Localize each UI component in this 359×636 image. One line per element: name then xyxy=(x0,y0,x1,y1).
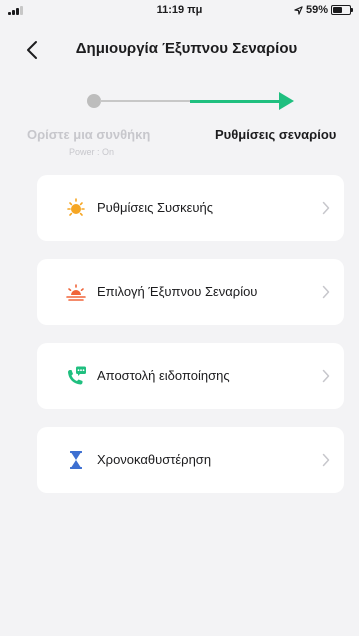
sun-icon xyxy=(67,198,85,216)
location-arrow-icon xyxy=(294,5,303,15)
menu-item-smart-scene[interactable]: Επιλογή Έξυπνου Σεναρίου xyxy=(37,259,344,325)
menu-item-label: Ρυθμίσεις Συσκευής xyxy=(97,200,214,215)
battery-fill xyxy=(333,7,343,13)
menu-item-device-settings[interactable]: Ρυθμίσεις Συσκευής xyxy=(37,175,344,241)
step-1-label[interactable]: Ορίστε μια συνθήκη xyxy=(27,127,150,142)
menu-item-label: Επιλογή Έξυπνου Σεναρίου xyxy=(97,284,258,299)
menu-item-delay[interactable]: Χρονοκαθυστέρηση xyxy=(37,427,344,493)
menu-item-label: Χρονοκαθυστέρηση xyxy=(97,452,212,467)
battery-percent: 59% xyxy=(305,4,328,16)
arrow-right-icon xyxy=(279,92,294,110)
step-connector-current xyxy=(190,100,280,103)
chevron-right-icon xyxy=(322,369,330,383)
page-title: Δημιουργία Έξυπνου Σεναρίου xyxy=(75,40,298,57)
step-1-dot xyxy=(87,94,101,108)
sunset-icon xyxy=(66,284,86,301)
step-2-label: Ρυθμίσεις σεναρίου xyxy=(215,127,337,142)
chevron-right-icon xyxy=(322,285,330,299)
status-right: 59% xyxy=(294,4,353,16)
menu-item-label: Αποστολή ειδοποίησης xyxy=(97,368,230,383)
nav-bar: Δημιουργία Έξυπνου Σεναρίου xyxy=(0,28,359,72)
battery-icon xyxy=(331,5,353,15)
menu-item-send-notification[interactable]: Αποστολή ειδοποίησης xyxy=(37,343,344,409)
phone-message-icon xyxy=(68,366,86,385)
step-1-condition: Power : On xyxy=(69,147,115,157)
chevron-right-icon xyxy=(322,201,330,215)
hourglass-icon xyxy=(70,451,82,469)
chevron-right-icon xyxy=(322,453,330,467)
status-bar: 11:19 πμ 59% xyxy=(0,0,359,22)
step-connector-completed xyxy=(100,100,190,102)
step-progress: Ορίστε μια συνθήκη Power : On Ρυθμίσεις … xyxy=(0,86,359,166)
